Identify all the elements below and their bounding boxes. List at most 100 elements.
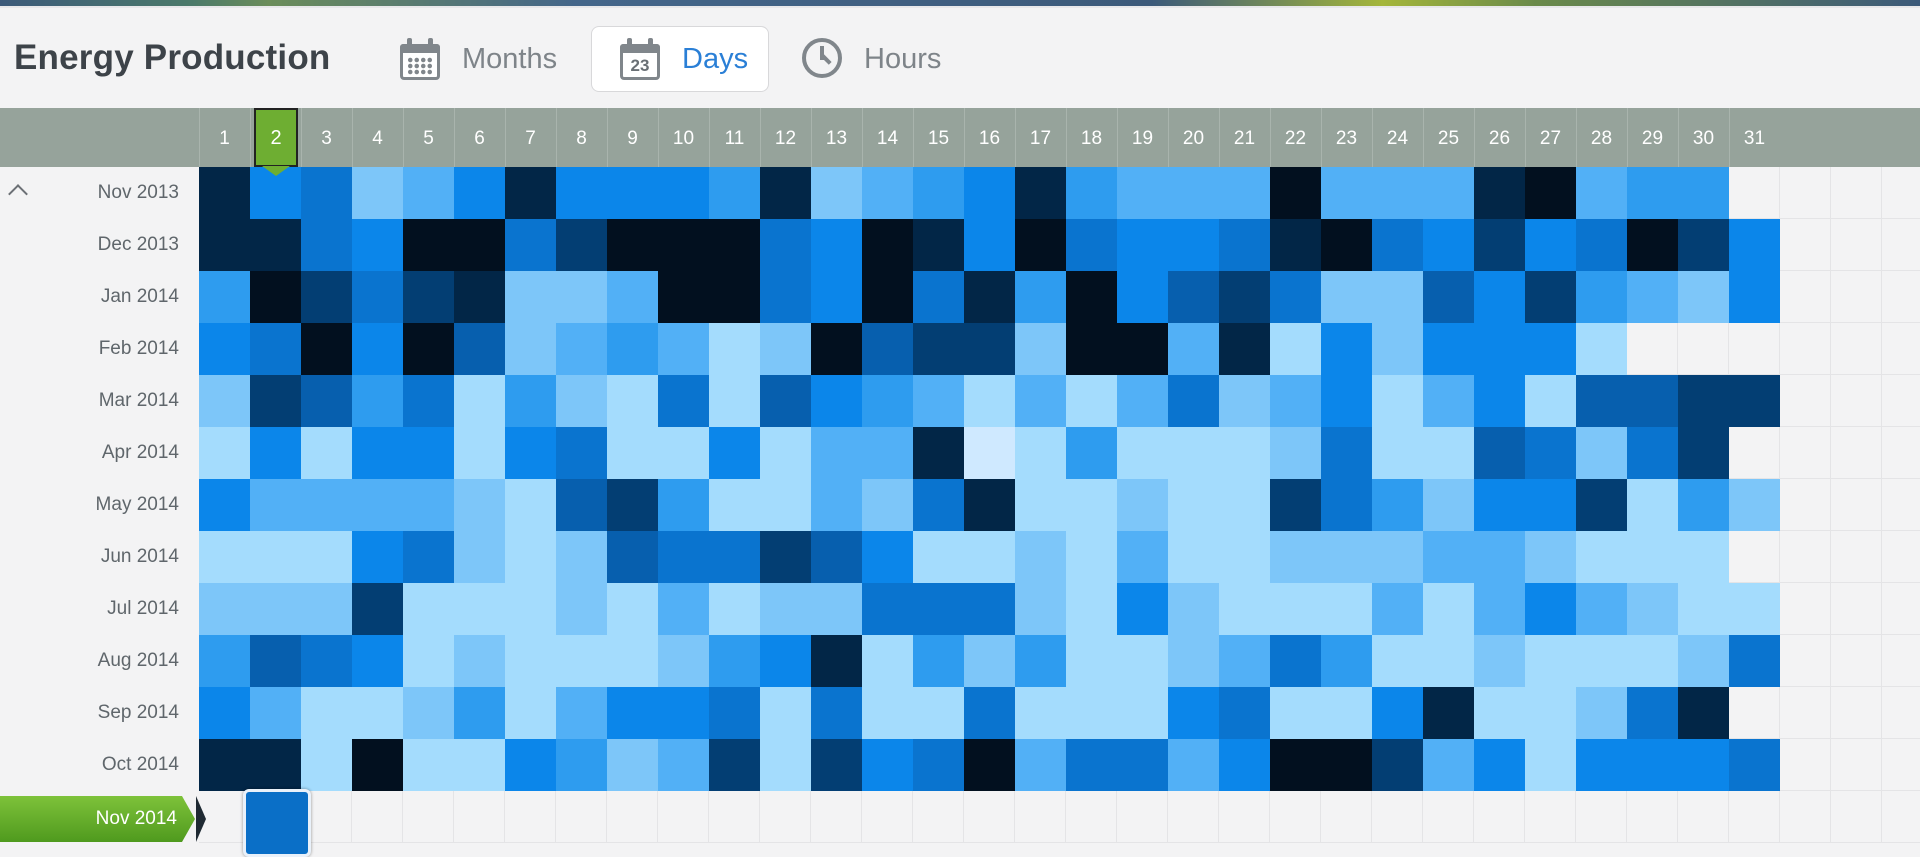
month-row-label[interactable]: May 2014 [0,479,179,531]
heatmap-cell[interactable] [964,739,1015,791]
month-row-label[interactable]: Apr 2014 [0,427,179,479]
heatmap-cell[interactable] [1015,583,1066,635]
heatmap-cell[interactable] [301,583,352,635]
heatmap-cell[interactable] [505,479,556,531]
day-header-label[interactable]: 16 [964,108,1015,167]
heatmap-cell[interactable] [1729,583,1780,635]
heatmap-cell[interactable] [505,219,556,271]
heatmap-cell[interactable] [1474,479,1525,531]
heatmap-cell[interactable] [862,219,913,271]
heatmap-cell[interactable] [403,687,454,739]
heatmap-cell[interactable] [1525,583,1576,635]
day-header-label[interactable]: 21 [1219,108,1270,167]
heatmap-cell[interactable] [1066,167,1117,219]
day-header-label[interactable]: 27 [1525,108,1576,167]
day-header-label[interactable]: 3 [301,108,352,167]
heatmap-cell[interactable] [1525,323,1576,375]
heatmap-cell[interactable] [1015,739,1066,791]
heatmap-cell[interactable] [1168,739,1219,791]
heatmap-cell[interactable] [250,687,301,739]
heatmap-cell[interactable] [1066,479,1117,531]
heatmap-cell[interactable] [1576,427,1627,479]
heatmap-cell[interactable] [556,583,607,635]
heatmap-cell[interactable] [607,323,658,375]
heatmap-cell[interactable] [760,375,811,427]
heatmap-cell[interactable] [1627,167,1678,219]
day-header-label[interactable]: 10 [658,108,709,167]
heatmap-cell[interactable] [1525,531,1576,583]
heatmap-cell[interactable] [1627,271,1678,323]
heatmap-cell[interactable] [301,375,352,427]
heatmap-cell[interactable] [1270,583,1321,635]
heatmap-cell[interactable] [760,479,811,531]
heatmap-cell[interactable] [1219,635,1270,687]
month-row-label[interactable]: Jan 2014 [0,271,179,323]
heatmap-cell[interactable] [352,635,403,687]
heatmap-cell[interactable] [862,167,913,219]
heatmap-cell[interactable] [658,271,709,323]
heatmap-cell[interactable] [760,323,811,375]
heatmap-cell[interactable] [1117,687,1168,739]
heatmap-cell[interactable] [1066,427,1117,479]
heatmap-cell[interactable] [556,531,607,583]
heatmap-cell[interactable] [556,167,607,219]
heatmap-cell[interactable] [1525,635,1576,687]
heatmap-cell[interactable] [505,167,556,219]
heatmap-cell[interactable] [1270,219,1321,271]
heatmap-cell[interactable] [1168,427,1219,479]
heatmap-cell[interactable] [454,167,505,219]
month-row-label[interactable]: Nov 2013 [0,167,179,219]
heatmap-cell[interactable] [1474,167,1525,219]
heatmap-cell[interactable] [1678,687,1729,739]
heatmap-cell[interactable] [1627,375,1678,427]
heatmap-cell[interactable] [1372,167,1423,219]
heatmap-cell[interactable] [811,583,862,635]
heatmap-cell[interactable] [1423,687,1474,739]
heatmap-cell[interactable] [1678,739,1729,791]
heatmap-cell[interactable] [1270,687,1321,739]
heatmap-cell[interactable] [454,375,505,427]
heatmap-cell[interactable] [1372,479,1423,531]
heatmap-cell[interactable] [1321,635,1372,687]
heatmap-cell[interactable] [1423,739,1474,791]
heatmap-cell[interactable] [1270,427,1321,479]
heatmap-cell[interactable] [199,687,250,739]
heatmap-cell[interactable] [964,271,1015,323]
heatmap-cell[interactable] [505,531,556,583]
heatmap-cell[interactable] [403,739,454,791]
heatmap-cell[interactable] [658,323,709,375]
heatmap-cell[interactable] [1219,427,1270,479]
heatmap-cell[interactable] [1525,479,1576,531]
heatmap-cell[interactable] [760,167,811,219]
day-header-label[interactable]: 29 [1627,108,1678,167]
heatmap-cell[interactable] [1372,739,1423,791]
heatmap-cell[interactable] [199,375,250,427]
heatmap-cell[interactable] [1168,583,1219,635]
heatmap-cell[interactable] [607,583,658,635]
tab-months[interactable]: Months [398,26,557,92]
heatmap-cell[interactable] [1015,479,1066,531]
heatmap-cell[interactable] [1372,583,1423,635]
heatmap-cell[interactable] [505,739,556,791]
heatmap-cell[interactable] [454,531,505,583]
heatmap-cell[interactable] [1627,687,1678,739]
heatmap-cell[interactable] [199,219,250,271]
heatmap-cell[interactable] [301,479,352,531]
heatmap-cell[interactable] [352,271,403,323]
heatmap-cell[interactable] [1270,479,1321,531]
day-header-label[interactable]: 31 [1729,108,1780,167]
heatmap-cell[interactable] [1168,375,1219,427]
heatmap-cell[interactable] [556,375,607,427]
heatmap-cell[interactable] [1474,375,1525,427]
heatmap-cell[interactable] [1321,167,1372,219]
heatmap-cell[interactable] [964,479,1015,531]
heatmap-cell[interactable] [301,271,352,323]
heatmap-cell[interactable] [1066,323,1117,375]
month-row-label[interactable]: Aug 2014 [0,635,179,687]
heatmap-cell[interactable] [556,635,607,687]
heatmap-cell[interactable] [913,739,964,791]
heatmap-cell[interactable] [556,687,607,739]
heatmap-cell[interactable] [250,375,301,427]
heatmap-cell[interactable] [1678,635,1729,687]
heatmap-cell[interactable] [1474,271,1525,323]
